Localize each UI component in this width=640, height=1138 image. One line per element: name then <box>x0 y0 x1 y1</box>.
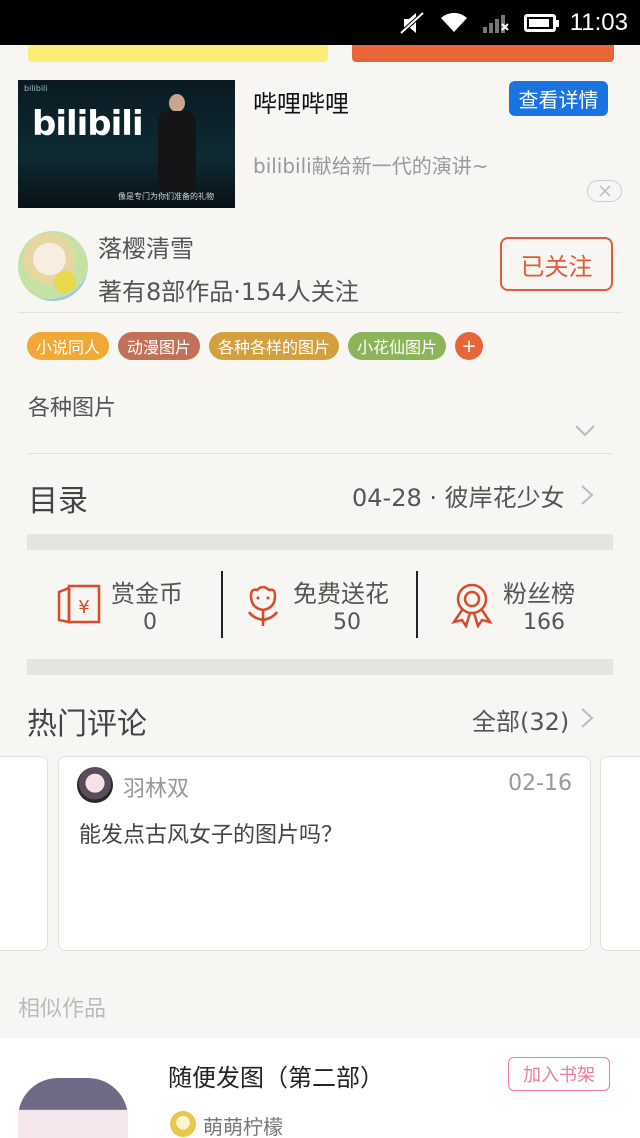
toc-label[interactable]: 目录 <box>28 476 88 520</box>
orange-button-edge[interactable] <box>352 45 614 62</box>
mute-icon <box>399 11 425 34</box>
similar-work-item[interactable]: 随便发图（第二部） 加入书架 萌萌柠檬 <box>0 1038 640 1138</box>
work-author[interactable]: 萌萌柠檬 <box>203 1111 283 1138</box>
ad-title[interactable]: 哔哩哔哩 <box>253 84 349 119</box>
author-name[interactable]: 落樱清雪 <box>98 229 194 264</box>
bilibili-logo: bilibili <box>32 104 144 144</box>
work-description: 各种图片 <box>28 396 117 421</box>
award-badge-icon <box>451 583 493 628</box>
similar-works-label: 相似作品 <box>18 997 107 1022</box>
section-separator <box>27 534 613 550</box>
ad-thumbnail[interactable]: bilibili bilibili 像是专门为你们准备的礼物 <box>18 80 235 208</box>
comment-card-next[interactable] <box>600 756 640 951</box>
ad-description: bilibili献给新一代的演讲~ <box>253 154 489 178</box>
author-avatar-small <box>170 1111 196 1137</box>
signal-icon <box>482 14 509 33</box>
follow-button[interactable]: 已关注 <box>500 237 613 291</box>
tag-chip[interactable]: 动漫图片 <box>118 332 201 360</box>
stat-coins[interactable]: ¥ 赏金币 0 <box>55 572 205 638</box>
yellow-button-edge[interactable] <box>28 45 328 62</box>
divider <box>18 312 622 313</box>
chevron-right-icon[interactable] <box>580 707 594 729</box>
stat-label: 粉丝榜 <box>503 580 575 608</box>
stat-fans[interactable]: 粉丝榜 166 <box>450 572 590 638</box>
battery-icon <box>523 13 559 32</box>
chevron-down-icon[interactable] <box>574 424 596 438</box>
author-stats: 著有8部作品·154人关注 <box>98 278 359 306</box>
comment-card-prev[interactable] <box>0 756 48 951</box>
tag-list: 小说同人 动漫图片 各种各样的图片 小花仙图片 + <box>27 332 484 360</box>
divider <box>27 453 613 454</box>
commenter-name[interactable]: 羽林双 <box>123 771 189 803</box>
work-title[interactable]: 随便发图（第二部） <box>168 1058 384 1093</box>
stat-label: 赏金币 <box>111 580 183 608</box>
work-cover[interactable] <box>18 1078 128 1138</box>
status-bar: 11:03 <box>0 0 640 45</box>
tag-chip[interactable]: 小花仙图片 <box>348 332 447 360</box>
stat-value: 0 <box>143 610 157 635</box>
flower-icon <box>247 585 279 626</box>
stat-value: 166 <box>523 610 565 635</box>
stat-value: 50 <box>333 610 361 635</box>
author-avatar[interactable] <box>18 231 88 301</box>
close-ad-button[interactable] <box>587 180 622 202</box>
red-envelope-icon: ¥ <box>57 584 101 624</box>
ad-thumb-caption: 像是专门为你们准备的礼物 <box>118 192 214 201</box>
all-comments-link[interactable]: 全部(32) <box>472 702 569 737</box>
comment-text: 能发点古风女子的图片吗？ <box>79 823 344 848</box>
add-to-shelf-button[interactable]: 加入书架 <box>508 1057 610 1091</box>
divider <box>221 571 223 638</box>
stat-label: 免费送花 <box>293 580 389 608</box>
close-icon <box>598 185 611 197</box>
wifi-icon <box>440 12 467 32</box>
view-details-button[interactable]: 查看详情 <box>509 81 608 116</box>
speaker-figure <box>158 94 196 194</box>
chevron-right-icon[interactable] <box>580 484 594 506</box>
hot-comments-label: 热门评论 <box>27 707 147 742</box>
stat-flowers[interactable]: 免费送花 50 <box>243 572 408 638</box>
ad-thumb-tag: bilibili <box>24 84 48 93</box>
svg-text:¥: ¥ <box>78 597 89 618</box>
toc-latest-chapter[interactable]: 04-28 · 彼岸花少女 <box>352 478 565 513</box>
add-tag-button[interactable]: + <box>455 332 484 360</box>
section-separator <box>27 659 613 675</box>
commenter-avatar[interactable] <box>77 767 113 803</box>
comment-date: 02-16 <box>508 771 572 796</box>
comment-card[interactable]: 羽林双 02-16 能发点古风女子的图片吗？ <box>58 756 591 951</box>
tag-chip[interactable]: 小说同人 <box>27 332 110 360</box>
clock: 11:03 <box>569 8 628 36</box>
tag-chip[interactable]: 各种各样的图片 <box>209 332 340 360</box>
divider <box>416 571 418 638</box>
